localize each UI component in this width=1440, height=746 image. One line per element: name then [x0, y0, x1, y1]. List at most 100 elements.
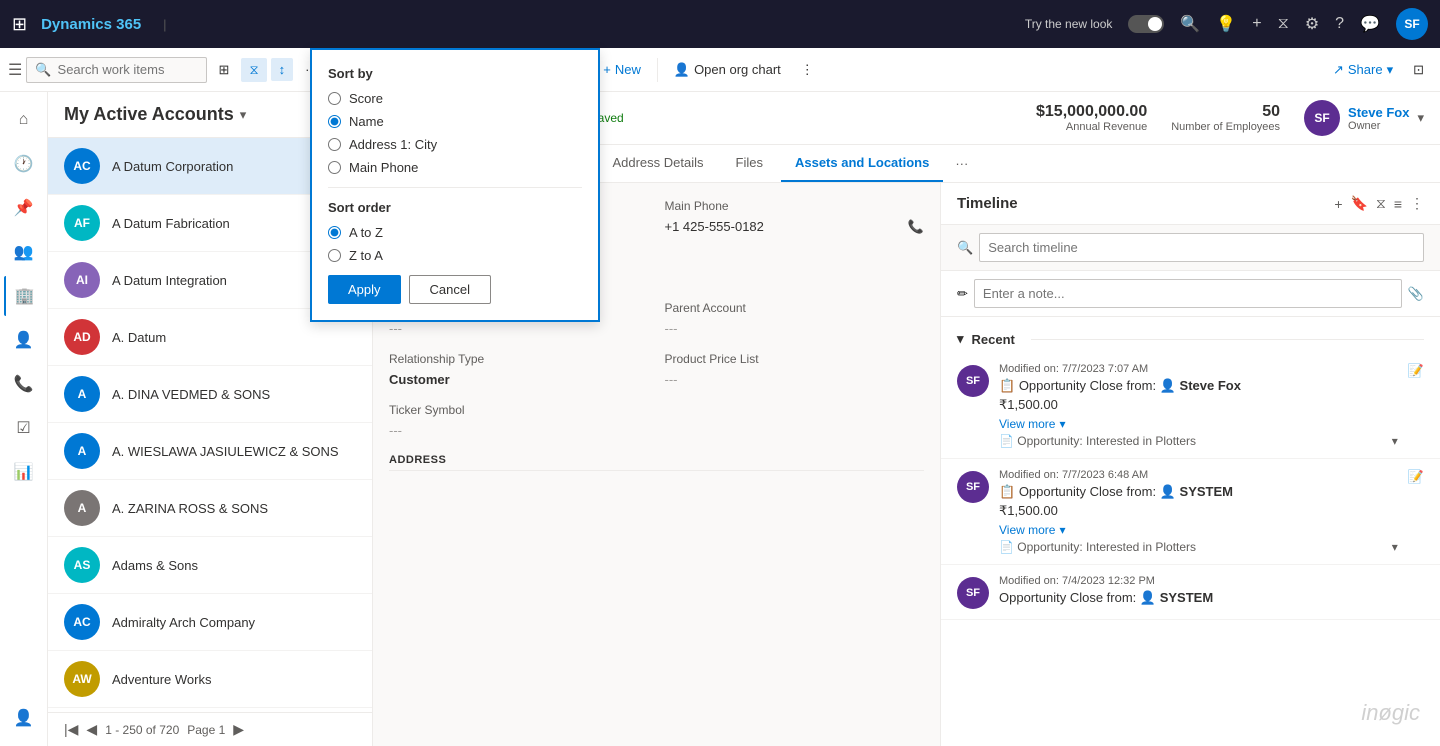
hamburger-icon[interactable]: ☰ [8, 60, 22, 80]
nav-divider: | [163, 17, 166, 32]
sort-button[interactable]: ↕ [271, 58, 294, 81]
detail-tab-address-details[interactable]: Address Details [598, 145, 717, 182]
sidebar-user-icon[interactable]: 👤 [4, 698, 44, 738]
user-avatar[interactable]: SF [1396, 8, 1428, 40]
timeline-add-icon[interactable]: + [1334, 196, 1342, 212]
timeline-bookmark-icon[interactable]: 🔖 [1351, 195, 1368, 212]
sort-option-address1city[interactable]: Address 1: City [328, 137, 582, 152]
price-list-label: Product Price List [665, 352, 925, 366]
timeline-date-2: Modified on: 7/7/2023 6:48 AM [999, 469, 1398, 481]
timeline-search-input[interactable] [979, 233, 1424, 262]
view-toggle-button[interactable]: ⊞ [211, 58, 238, 82]
prev-page-button[interactable]: ◀ [86, 721, 97, 738]
toggle-knob [1148, 17, 1162, 31]
form-row-relationship: Relationship Type Customer Product Price… [389, 352, 924, 391]
detail-tab-files[interactable]: Files [722, 145, 777, 182]
account-avatar: AD [64, 319, 100, 355]
timeline-more-icon[interactable]: ⋮ [1410, 195, 1424, 212]
sidebar-recent-icon[interactable]: 🕐 [4, 144, 44, 184]
org-chart-button[interactable]: 👤 Open org chart [666, 58, 789, 82]
filter-icon-toolbar: ⧖ [249, 62, 258, 78]
account-list-item[interactable]: A A. ZARINA ROSS & SONS [48, 480, 372, 537]
annual-revenue-value: $15,000,000.00 [1036, 103, 1147, 121]
share-button[interactable]: ↗ Share ▾ [1325, 58, 1401, 82]
timeline-search-icon: 🔍 [957, 240, 973, 256]
sort-city-radio[interactable] [328, 138, 341, 151]
timeline-panel: Timeline + 🔖 ⧖ ≡ ⋮ 🔍 ✏ 📎 [940, 183, 1440, 746]
new-button[interactable]: + New [595, 58, 649, 81]
timeline-filter-icon[interactable]: ⧖ [1376, 195, 1386, 212]
sidebar-phone-icon[interactable]: 📞 [4, 364, 44, 404]
detail-tab-assets-and-locations[interactable]: Assets and Locations [781, 145, 943, 182]
sidebar-active-icon[interactable]: 🏢 [4, 276, 44, 316]
chat-icon[interactable]: 💬 [1360, 14, 1380, 34]
account-name: Admiralty Arch Company [112, 615, 255, 630]
account-list-item[interactable]: AS Adams & Sons [48, 537, 372, 594]
timeline-view-more-1[interactable]: View more ▾ [999, 417, 1398, 431]
timeline-item-content-2: Modified on: 7/7/2023 6:48 AM 📋 Opportun… [999, 469, 1398, 554]
apply-button[interactable]: Apply [328, 275, 401, 304]
opp-chevron-2[interactable]: ▾ [1392, 540, 1398, 554]
cancel-button[interactable]: Cancel [409, 275, 491, 304]
sort-ztoa-radio[interactable] [328, 249, 341, 262]
new-icon: + [603, 62, 611, 77]
timeline-opp-1: 📄 Opportunity: Interested in Plotters ▾ [999, 434, 1398, 448]
sort-ztoa-option[interactable]: Z to A [328, 248, 582, 263]
phone-icon[interactable]: 📞 [908, 219, 924, 235]
account-list-chevron[interactable]: ▾ [240, 107, 247, 123]
toggle-switch[interactable] [1128, 15, 1164, 33]
lightbulb-icon[interactable]: 💡 [1216, 14, 1236, 34]
help-icon[interactable]: ? [1335, 15, 1344, 33]
sidebar-person-icon[interactable]: 👤 [4, 320, 44, 360]
sort-name-radio[interactable] [328, 115, 341, 128]
sidebar-pin-icon[interactable]: 📌 [4, 188, 44, 228]
owner-chevron[interactable]: ▾ [1417, 110, 1424, 126]
timeline-item-note-1[interactable]: 📝 [1408, 363, 1424, 448]
next-page-button[interactable]: ▶ [233, 721, 244, 738]
settings-icon[interactable]: ⚙ [1305, 14, 1319, 34]
filter-sort-button[interactable]: ⧖ [241, 58, 266, 82]
timeline-view-more-2[interactable]: View more ▾ [999, 523, 1398, 537]
try-new-label: Try the new look [1025, 17, 1113, 31]
sort-actions: Apply Cancel [328, 275, 582, 304]
sort-option-score[interactable]: Score [328, 91, 582, 106]
relationship-label: Relationship Type [389, 352, 649, 366]
timeline-list-icon[interactable]: ≡ [1394, 196, 1402, 212]
account-list-item[interactable]: A A. WIESLAWA JASIULEWICZ & SONS [48, 423, 372, 480]
account-list-item[interactable]: AC Admiralty Arch Company [48, 594, 372, 651]
more-options-button[interactable]: ⋮ [793, 58, 822, 82]
timeline-note-input[interactable] [974, 279, 1402, 308]
add-icon[interactable]: + [1252, 15, 1261, 33]
timeline-person-1: Steve Fox [1180, 378, 1241, 393]
search-input[interactable] [58, 62, 198, 77]
sort-atoz-radio[interactable] [328, 226, 341, 239]
sort-atoز-option[interactable]: A to Z [328, 225, 582, 240]
waffle-icon[interactable]: ⊞ [12, 14, 27, 35]
sidebar-report-icon[interactable]: 📊 [4, 452, 44, 492]
sort-option-name[interactable]: Name [328, 114, 582, 129]
timeline-person-icon-1: 👤 [1160, 378, 1180, 393]
account-name: A. ZARINA ROSS & SONS [112, 501, 268, 516]
search-icon[interactable]: 🔍 [1180, 14, 1200, 34]
sort-option-mainphone[interactable]: Main Phone [328, 160, 582, 175]
timeline-close-icon-2: 📋 [999, 484, 1015, 499]
toolbar-right: ↗ Share ▾ ⊡ [1325, 58, 1432, 82]
detail-tabs-more[interactable]: ··· [947, 148, 976, 179]
opp-chevron-1[interactable]: ▾ [1392, 434, 1398, 448]
sidebar-task-icon[interactable]: ☑ [4, 408, 44, 448]
sidebar-home-icon[interactable]: ⌂ [4, 100, 44, 140]
account-list-item[interactable]: A A. DINA VEDMED & SONS [48, 366, 372, 423]
dock-button[interactable]: ⊡ [1405, 58, 1432, 82]
sort-phone-radio[interactable] [328, 161, 341, 174]
filter-icon[interactable]: ⧖ [1278, 15, 1289, 33]
first-page-button[interactable]: |◀ [64, 721, 78, 738]
sort-icon: ↕ [279, 62, 286, 77]
owner-name[interactable]: Steve Fox [1348, 105, 1409, 120]
sidebar-accounts-icon[interactable]: 👥 [4, 232, 44, 272]
timeline-item-note-2[interactable]: 📝 [1408, 469, 1424, 554]
timeline-attach-icon[interactable]: 📎 [1408, 286, 1424, 302]
sort-score-radio[interactable] [328, 92, 341, 105]
account-list-item[interactable]: AW Adventure Works [48, 651, 372, 708]
dock-icon: ⊡ [1413, 62, 1424, 78]
timeline-recent-header[interactable]: ▾ Recent [941, 325, 1440, 353]
